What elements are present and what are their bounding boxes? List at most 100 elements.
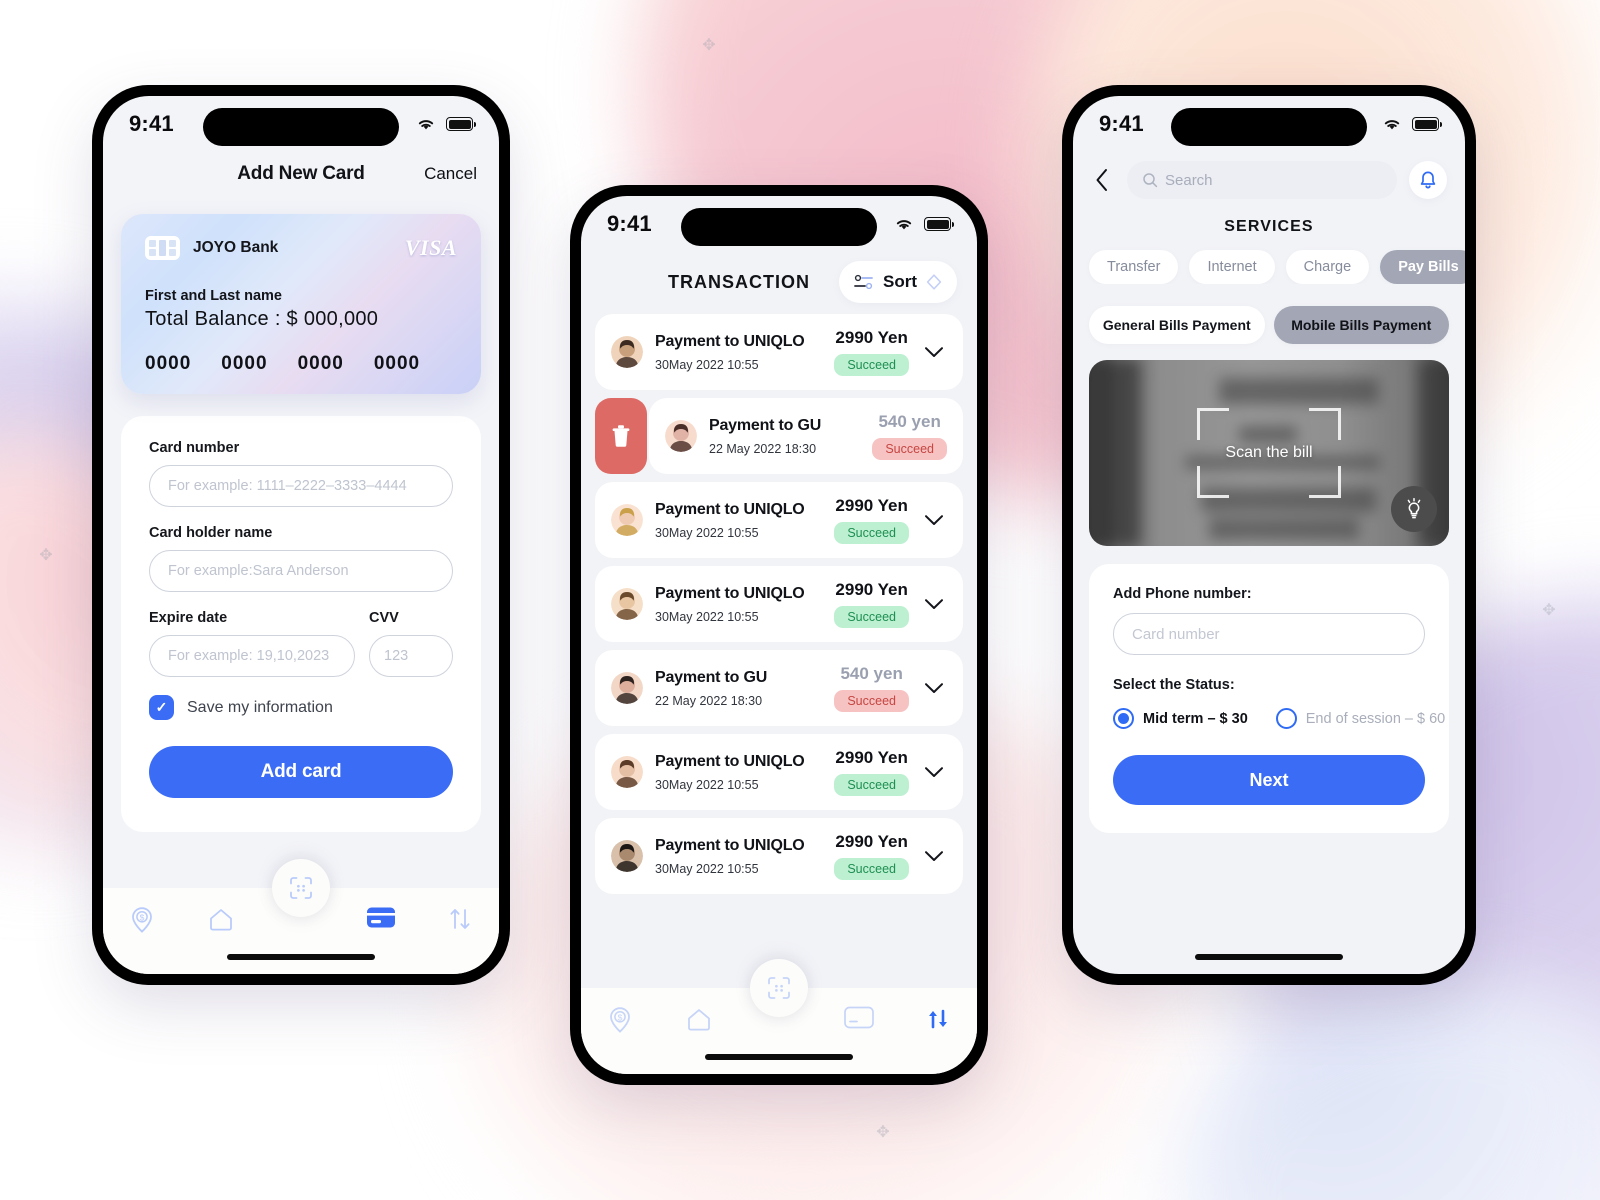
save-info-row[interactable]: ✓ Save my information — [149, 695, 453, 720]
battery-icon — [924, 217, 954, 231]
transactions-header: TRANSACTION Sort — [581, 252, 977, 306]
service-tab[interactable]: Transfer — [1089, 250, 1179, 284]
dynamic-island — [203, 108, 399, 146]
bill-type-segment[interactable]: Mobile Bills Payment — [1273, 306, 1449, 344]
sort-button[interactable]: Sort — [839, 261, 957, 303]
bill-scanner[interactable]: Scan the bill — [1089, 360, 1449, 546]
status-radio-option[interactable]: End of session – $ 60 — [1275, 708, 1446, 729]
avatar — [611, 588, 643, 620]
home-indicator — [1195, 954, 1343, 960]
service-category-tabs: TransferInternetChargePay BillsCh — [1073, 236, 1465, 284]
page-header: Add New Card Cancel — [103, 152, 499, 196]
expand-chevron-button[interactable] — [921, 598, 947, 611]
status-bar: 9:41 — [1073, 96, 1465, 152]
scan-fab-button[interactable] — [750, 959, 808, 1017]
notifications-button[interactable] — [1409, 161, 1447, 199]
transaction-row[interactable]: Payment to UNIQLO 30May 2022 10:55 2990 … — [595, 734, 963, 810]
radio-button[interactable] — [1113, 708, 1134, 729]
status-radio-option[interactable]: Mid term – $ 30 — [1113, 708, 1248, 729]
search-input[interactable]: Search — [1127, 161, 1397, 199]
service-tab[interactable]: Charge — [1285, 250, 1370, 284]
status-badge: Succeed — [872, 438, 947, 460]
bill-type-segment[interactable]: General Bills Payment — [1089, 306, 1265, 344]
card-chip-icon — [145, 236, 180, 260]
expand-chevron-button[interactable] — [921, 514, 947, 527]
card-icon — [367, 907, 396, 928]
status-badge: Succeed — [834, 354, 909, 376]
home-icon — [209, 909, 232, 931]
tab-wallet[interactable]: $ — [581, 1006, 659, 1034]
phone-add-new-card: 9:41 Add New Card Cancel JOYO Bank VISA … — [92, 85, 510, 985]
tab-transfer[interactable] — [899, 1006, 977, 1032]
scan-fab-button[interactable] — [272, 859, 330, 917]
transaction-row[interactable]: Payment to GU 22 May 2022 18:30 540 yen … — [595, 398, 963, 474]
status-bar: 9:41 — [103, 96, 499, 152]
tab-wallet[interactable]: $ — [103, 906, 181, 934]
expand-chevron-button[interactable] — [921, 346, 947, 359]
cvv-input[interactable] — [369, 635, 453, 677]
status-badge: Succeed — [834, 606, 909, 628]
services-topbar: Search — [1073, 152, 1465, 204]
transaction-row[interactable]: Payment to UNIQLO 30May 2022 10:55 2990 … — [595, 566, 963, 642]
avatar — [611, 840, 643, 872]
tab-cards[interactable] — [342, 906, 420, 929]
tab-home[interactable] — [181, 906, 259, 932]
status-badge: Succeed — [834, 522, 909, 544]
flashlight-button[interactable] — [1391, 486, 1437, 532]
sort-label: Sort — [883, 272, 917, 291]
home-indicator — [227, 954, 375, 960]
bell-icon — [1420, 171, 1436, 189]
avatar — [665, 420, 697, 452]
dynamic-island — [1171, 108, 1367, 146]
transaction-datetime: 22 May 2022 18:30 — [655, 693, 763, 708]
cancel-button[interactable]: Cancel — [424, 164, 477, 184]
tab-transfer[interactable] — [421, 906, 499, 932]
chevron-down-icon — [925, 598, 943, 609]
avatar-image — [611, 504, 643, 536]
expire-date-input[interactable] — [149, 635, 355, 677]
wifi-icon — [896, 220, 912, 230]
radio-label: End of session – $ 60 — [1305, 710, 1446, 727]
scan-icon — [768, 977, 790, 999]
expand-chevron-button[interactable] — [921, 850, 947, 863]
service-tab[interactable]: Pay Bills — [1380, 250, 1465, 284]
transaction-merchant: Payment to UNIQLO — [655, 752, 805, 770]
expand-chevron-button[interactable] — [921, 766, 947, 779]
tab-cards[interactable] — [820, 1006, 898, 1029]
transaction-amount: 2990 Yen — [835, 832, 908, 851]
card-holder-input[interactable] — [149, 550, 453, 592]
delete-transaction-button[interactable] — [595, 398, 647, 474]
battery-icon — [1412, 117, 1442, 131]
add-card-button[interactable]: Add card — [149, 746, 453, 798]
back-button[interactable] — [1089, 167, 1115, 193]
transaction-row[interactable]: Payment to UNIQLO 30May 2022 10:55 2990 … — [595, 818, 963, 894]
phone-number-label: Add Phone number: — [1113, 586, 1252, 602]
avatar-image — [611, 672, 643, 704]
transfer-arrows-icon — [928, 1009, 947, 1029]
dynamic-island — [681, 208, 877, 246]
transaction-row[interactable]: Payment to UNIQLO 30May 2022 10:55 2990 … — [595, 482, 963, 558]
svg-text:$: $ — [618, 1013, 623, 1023]
transaction-merchant: Payment to GU — [655, 668, 768, 686]
transaction-row[interactable]: Payment to GU 22 May 2022 18:30 540 yen … — [595, 650, 963, 726]
transaction-datetime: 30May 2022 10:55 — [655, 861, 759, 876]
service-tab[interactable]: Internet — [1189, 250, 1275, 284]
status-time: 9:41 — [129, 111, 174, 136]
expand-chevron-button[interactable] — [921, 682, 947, 695]
transaction-row[interactable]: Payment to UNIQLO 30May 2022 10:55 2990 … — [595, 314, 963, 390]
avatar — [611, 756, 643, 788]
mobile-bill-form: Add Phone number: Select the Status: Mid… — [1089, 564, 1449, 833]
card-number-input[interactable] — [149, 465, 453, 507]
card-digit-group: 0000 — [373, 353, 421, 374]
transaction-datetime: 30May 2022 10:55 — [655, 525, 759, 540]
dollar-pin-icon: $ — [132, 907, 153, 933]
save-info-checkbox[interactable]: ✓ — [149, 695, 174, 720]
radio-button[interactable] — [1275, 708, 1297, 729]
phone-transactions: 9:41 TRANSACTION Sort Payment to UNIQLO … — [570, 185, 988, 1085]
phone-number-input[interactable] — [1113, 613, 1425, 655]
next-button[interactable]: Next — [1113, 755, 1425, 805]
tab-home[interactable] — [659, 1006, 737, 1032]
phone-services: 9:41 Search SERVICES Transfer Internet C… — [1062, 85, 1476, 985]
card-bank-name: JOYO Bank — [193, 239, 279, 256]
transaction-amount: 540 yen — [878, 412, 941, 431]
